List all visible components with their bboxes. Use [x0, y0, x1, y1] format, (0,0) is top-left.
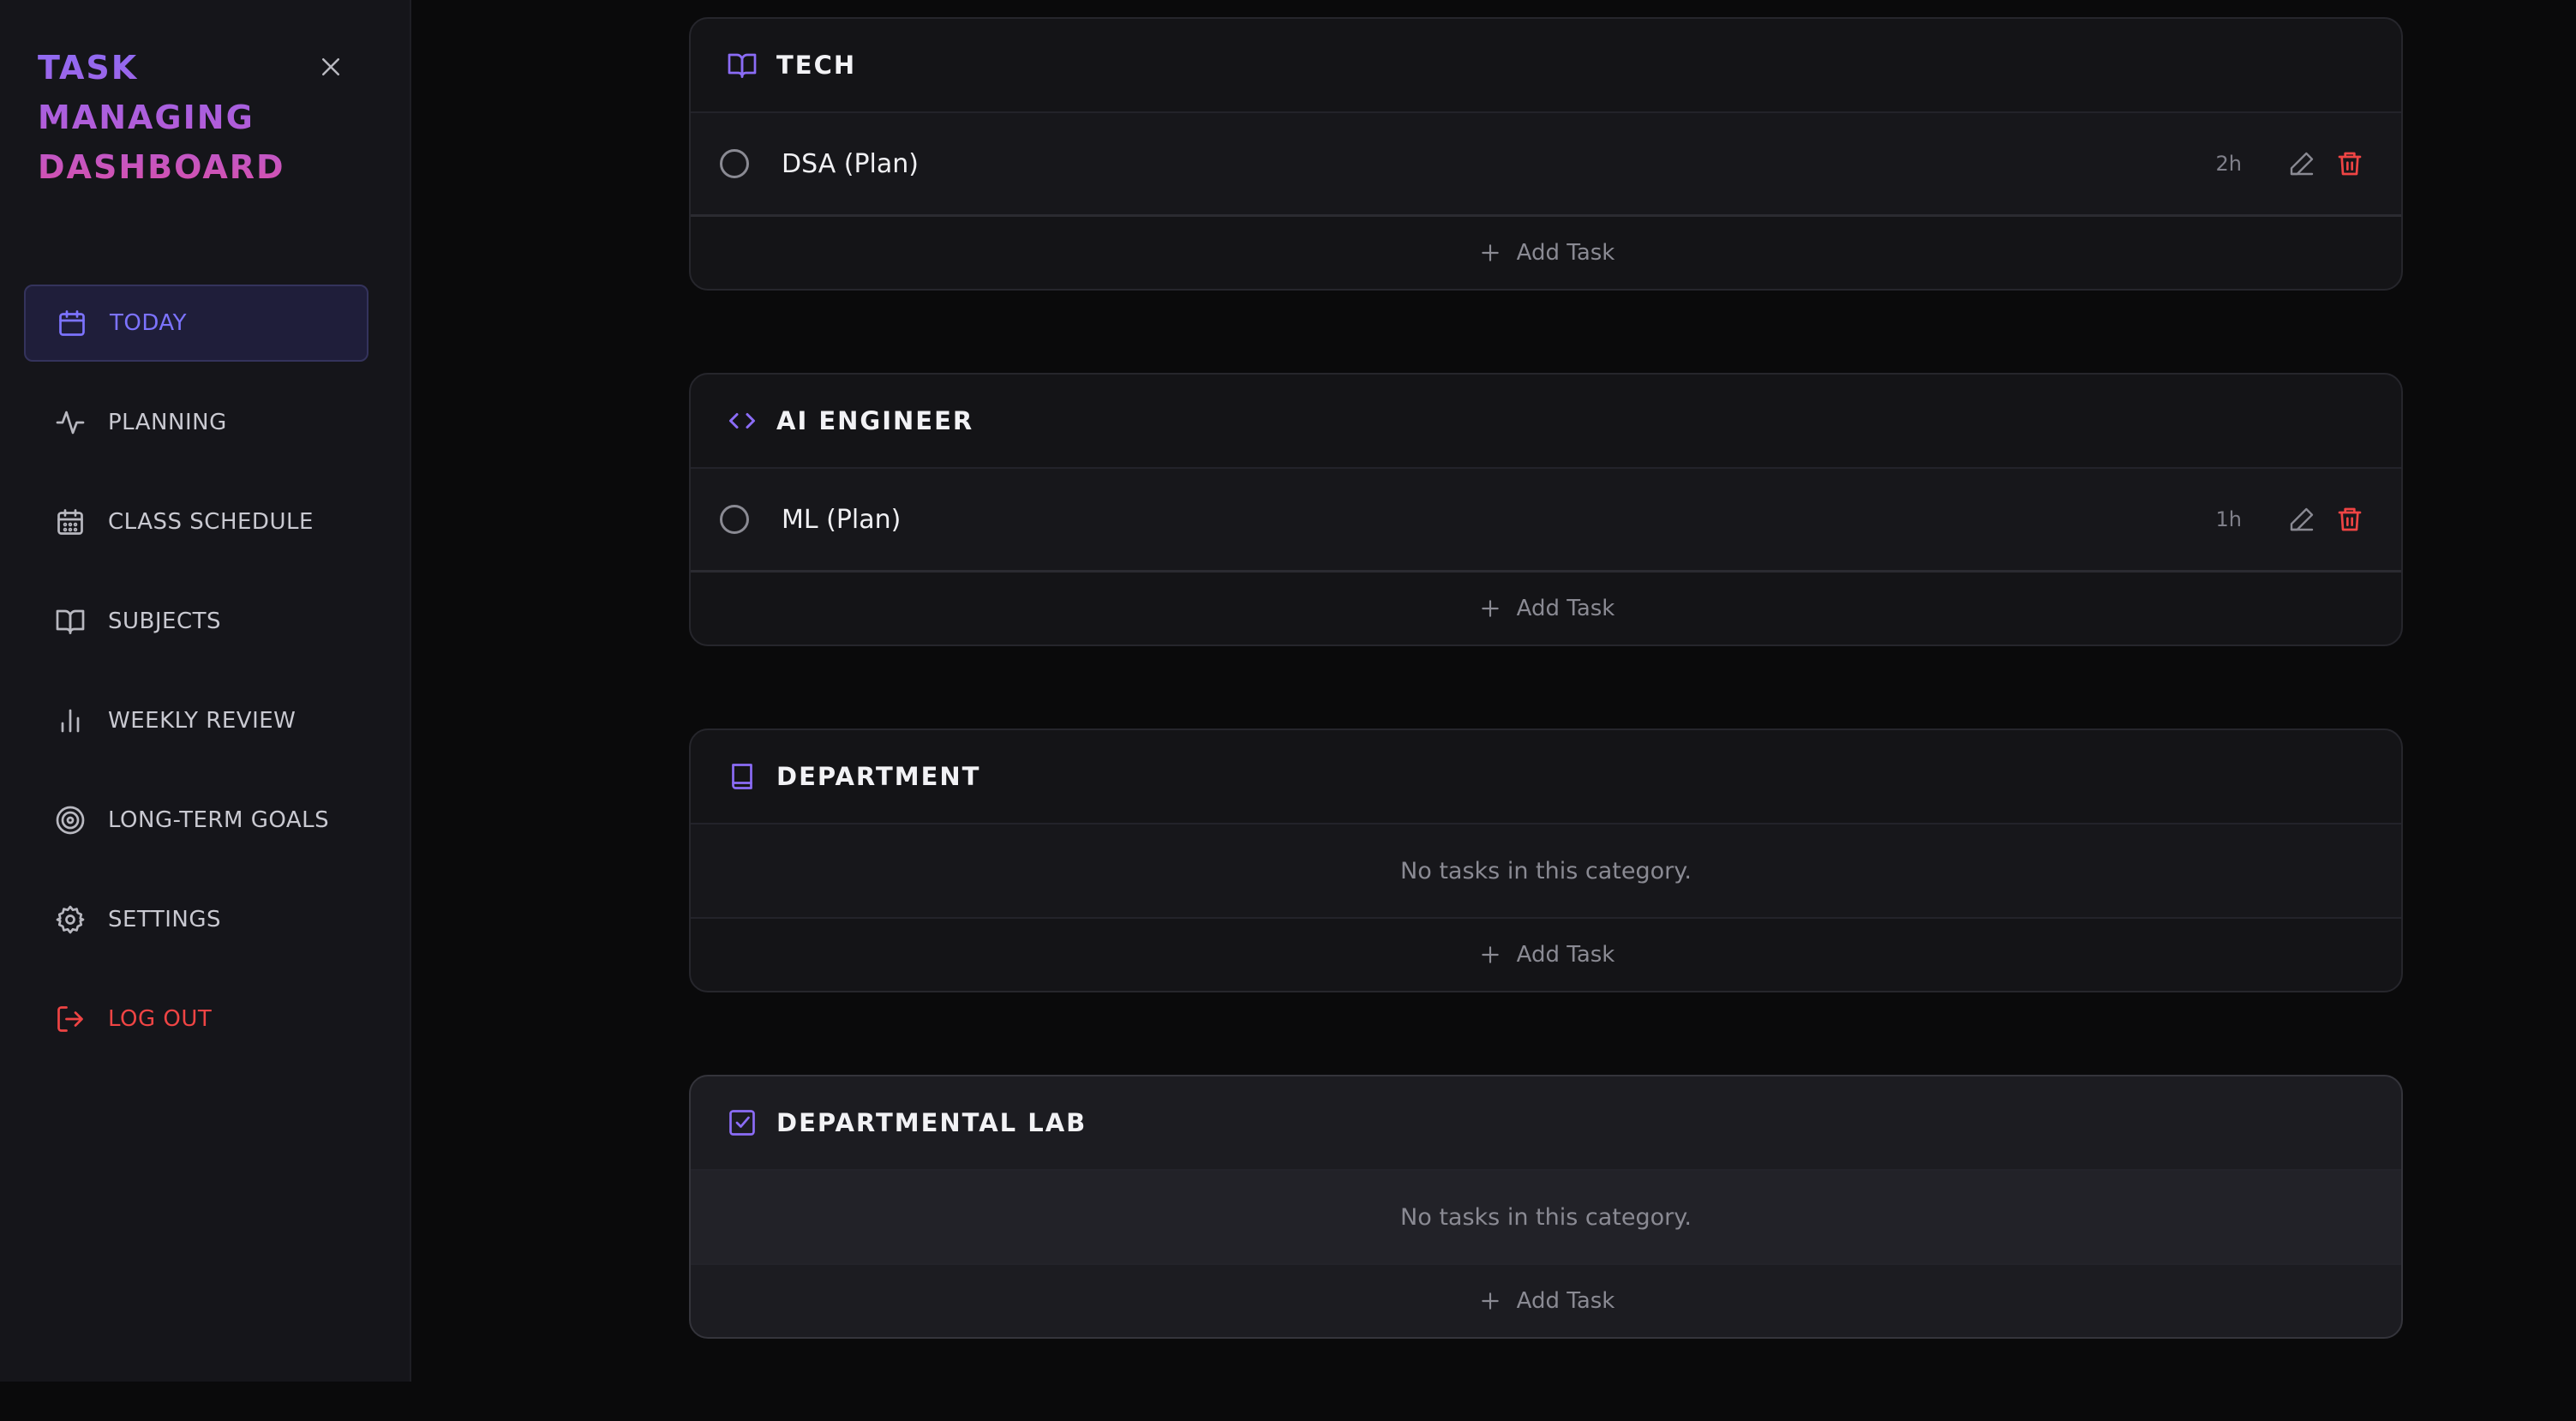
- sidebar: TASK MANAGING DASHBOARD TODAY PLANNING C…: [0, 0, 411, 1382]
- code-icon: [725, 404, 759, 438]
- calendar-grid-icon: [53, 505, 87, 539]
- category-title: TECH: [776, 51, 857, 80]
- app-title: TASK MANAGING DASHBOARD: [38, 43, 295, 192]
- category-card-department: DEPARTMENT No tasks in this category. Ad…: [689, 728, 2403, 992]
- task-row: DSA (Plan) 2h: [691, 113, 2401, 217]
- close-icon: [322, 58, 339, 75]
- app-title-line-3: DASHBOARD: [38, 148, 285, 186]
- category-title: AI ENGINEER: [776, 406, 974, 435]
- category-title: DEPARTMENTAL LAB: [776, 1108, 1087, 1137]
- task-duration: 2h: [2215, 152, 2242, 176]
- sidebar-item-label: SUBJECTS: [108, 609, 222, 634]
- target-icon: [53, 803, 87, 837]
- category-header: DEPARTMENTAL LAB: [691, 1076, 2401, 1171]
- delete-task-button[interactable]: [2333, 502, 2367, 537]
- plus-icon: [1477, 1288, 1503, 1314]
- plus-icon: [1477, 240, 1503, 266]
- activity-icon: [53, 405, 87, 440]
- gear-icon: [53, 902, 87, 937]
- category-header: AI ENGINEER: [691, 375, 2401, 469]
- add-task-button[interactable]: Add Task: [691, 217, 2401, 289]
- sidebar-item-subjects[interactable]: SUBJECTS: [24, 583, 368, 660]
- sidebar-nav: TODAY PLANNING CLASS SCHEDULE SUBJECTS W…: [24, 285, 368, 1080]
- bar-chart-icon: [53, 704, 87, 738]
- task-complete-checkbox[interactable]: [720, 149, 749, 178]
- sidebar-item-label: LONG-TERM GOALS: [108, 807, 330, 833]
- category-card-departmental-lab: DEPARTMENTAL LAB No tasks in this catego…: [689, 1075, 2403, 1339]
- pencil-icon: [2290, 152, 2314, 176]
- task-row: ML (Plan) 1h: [691, 469, 2401, 573]
- main-content: TECH DSA (Plan) 2h Add Task AI ENGINEER …: [689, 17, 2403, 1421]
- add-task-button[interactable]: Add Task: [691, 1265, 2401, 1337]
- plus-icon: [1477, 596, 1503, 621]
- category-header: TECH: [691, 19, 2401, 113]
- add-task-button[interactable]: Add Task: [691, 573, 2401, 645]
- task-duration: 1h: [2215, 507, 2242, 531]
- sidebar-item-label: PLANNING: [108, 410, 227, 435]
- close-sidebar-button[interactable]: [312, 48, 350, 86]
- sidebar-item-label: WEEKLY REVIEW: [108, 708, 297, 734]
- logout-icon: [53, 1002, 87, 1036]
- task-title: DSA (Plan): [782, 148, 919, 179]
- edit-task-button[interactable]: [2285, 502, 2319, 537]
- category-card-ai-engineer: AI ENGINEER ML (Plan) 1h Add Task: [689, 373, 2403, 646]
- category-title: DEPARTMENT: [776, 762, 981, 791]
- trash-icon: [2338, 152, 2362, 176]
- add-task-label: Add Task: [1516, 942, 1615, 968]
- trash-icon: [2338, 507, 2362, 531]
- book-open-icon: [725, 48, 759, 82]
- sidebar-item-label: TODAY: [110, 310, 188, 336]
- sidebar-item-planning[interactable]: PLANNING: [24, 384, 368, 461]
- edit-task-button[interactable]: [2285, 147, 2319, 181]
- logout-label: LOG OUT: [108, 1006, 213, 1032]
- add-task-label: Add Task: [1516, 240, 1615, 266]
- plus-icon: [1477, 942, 1503, 968]
- sidebar-item-weekly-review[interactable]: WEEKLY REVIEW: [24, 682, 368, 759]
- sidebar-item-class-schedule[interactable]: CLASS SCHEDULE: [24, 483, 368, 561]
- category-header: DEPARTMENT: [691, 730, 2401, 824]
- add-task-label: Add Task: [1516, 596, 1615, 621]
- category-card-tech: TECH DSA (Plan) 2h Add Task: [689, 17, 2403, 291]
- task-title: ML (Plan): [782, 504, 902, 535]
- sidebar-item-today[interactable]: TODAY: [24, 285, 368, 362]
- logout-button[interactable]: LOG OUT: [24, 980, 368, 1058]
- sidebar-item-label: SETTINGS: [108, 907, 222, 932]
- book-open-icon: [53, 604, 87, 639]
- book-icon: [725, 759, 759, 794]
- app-title-line-2: MANAGING: [38, 99, 255, 136]
- add-task-label: Add Task: [1516, 1288, 1615, 1314]
- check-square-icon: [725, 1106, 759, 1140]
- empty-category-message: No tasks in this category.: [691, 824, 2401, 919]
- sidebar-item-settings[interactable]: SETTINGS: [24, 881, 368, 958]
- sidebar-item-long-term-goals[interactable]: LONG-TERM GOALS: [24, 782, 368, 859]
- empty-category-message: No tasks in this category.: [691, 1171, 2401, 1265]
- add-task-button[interactable]: Add Task: [691, 919, 2401, 991]
- pencil-icon: [2290, 507, 2314, 531]
- task-complete-checkbox[interactable]: [720, 505, 749, 534]
- sidebar-item-label: CLASS SCHEDULE: [108, 509, 314, 535]
- app-title-line-1: TASK: [38, 49, 139, 87]
- calendar-icon: [55, 306, 89, 340]
- delete-task-button[interactable]: [2333, 147, 2367, 181]
